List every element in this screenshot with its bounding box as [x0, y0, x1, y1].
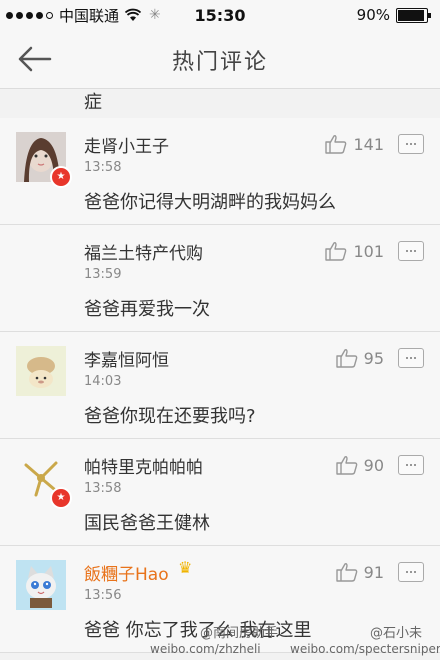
like-count: 90: [363, 455, 384, 475]
like-count: 101: [353, 241, 384, 261]
comment-text: 爸爸 你忘了我了么 我在这里: [84, 620, 312, 641]
avatar[interactable]: ★: [16, 453, 72, 509]
thumbs-up-icon: [335, 349, 357, 368]
like-count: 141: [353, 134, 384, 154]
comment-time: 13:58: [84, 481, 122, 496]
like-button[interactable]: 91: [335, 562, 384, 582]
comment-text: 爸爸你记得大明湖畔的我妈妈么: [84, 192, 336, 213]
comment-time: 13:58: [84, 160, 122, 175]
comment-author[interactable]: 帕特里克帕帕帕: [84, 453, 203, 478]
comment-time: 13:56: [84, 588, 122, 603]
comment-text: 爸爸你现在还要我吗?: [84, 406, 256, 427]
comment-time: 14:03: [84, 374, 122, 389]
more-options-button[interactable]: [398, 348, 424, 368]
thumbs-up-icon: [335, 456, 357, 475]
comment-item[interactable]: ★ 走肾小王子 13:58 爸爸你记得大明湖畔的我妈妈么 141: [0, 118, 440, 225]
loading-spinner-icon: ✳: [149, 7, 161, 23]
thumbs-up-icon: [325, 135, 347, 154]
comment-item[interactable]: 福兰土特产代购 13:59 爸爸再爱我一次 101: [0, 225, 440, 332]
more-options-button[interactable]: [398, 562, 424, 582]
avatar[interactable]: [16, 239, 66, 289]
partial-comment-text: 症: [84, 92, 102, 113]
like-button[interactable]: 90: [335, 455, 384, 475]
carrier-name: 中国联通: [59, 6, 120, 25]
battery-icon: [396, 7, 431, 23]
comment-item[interactable]: ★ 帕特里克帕帕帕 13:58 国民爸爸王健林 90: [0, 439, 440, 546]
comment-author[interactable]: 走肾小王子: [84, 132, 169, 157]
comment-item[interactable]: 李嘉恒阿恒 14:03 爸爸你现在还要我吗? 95: [0, 332, 440, 439]
page-title: 热门评论: [171, 50, 268, 75]
avatar[interactable]: ★: [16, 132, 72, 188]
status-bar: 中国联通 ✳ 15:30 90%: [0, 0, 440, 30]
thumbs-up-icon: [335, 563, 357, 582]
comment-author[interactable]: 福兰土特产代购: [84, 239, 203, 264]
comment-author[interactable]: 李嘉恒阿恒: [84, 346, 169, 371]
comment-text: 国民爸爸王健林: [84, 513, 210, 534]
more-options-button[interactable]: [398, 241, 424, 261]
like-button[interactable]: 101: [325, 241, 384, 261]
signal-strength-icon: [6, 11, 53, 19]
verified-badge-icon: ★: [50, 487, 72, 509]
comment-list: ★ 走肾小王子 13:58 爸爸你记得大明湖畔的我妈妈么 141 福兰土特产代购…: [0, 118, 440, 653]
comment-item[interactable]: 飯糰子Hao ♛ 13:56 爸爸 你忘了我了么 我在这里 91: [0, 546, 440, 653]
more-options-button[interactable]: [398, 134, 424, 154]
nav-header: 热门评论: [0, 30, 440, 89]
vip-crown-icon: ♛: [178, 558, 193, 577]
wifi-icon: [125, 8, 142, 21]
like-count: 91: [363, 562, 384, 582]
comment-time: 13:59: [84, 267, 122, 282]
battery-percentage: 90%: [356, 6, 390, 24]
thumbs-up-icon: [325, 242, 347, 261]
more-options-button[interactable]: [398, 455, 424, 475]
like-button[interactable]: 141: [325, 134, 384, 154]
comment-author[interactable]: 飯糰子Hao: [84, 560, 169, 585]
comment-text: 爸爸再爱我一次: [84, 299, 210, 320]
avatar[interactable]: [16, 560, 66, 610]
like-button[interactable]: 95: [335, 348, 384, 368]
like-count: 95: [363, 348, 384, 368]
verified-badge-icon: ★: [50, 166, 72, 188]
avatar[interactable]: [16, 346, 66, 396]
